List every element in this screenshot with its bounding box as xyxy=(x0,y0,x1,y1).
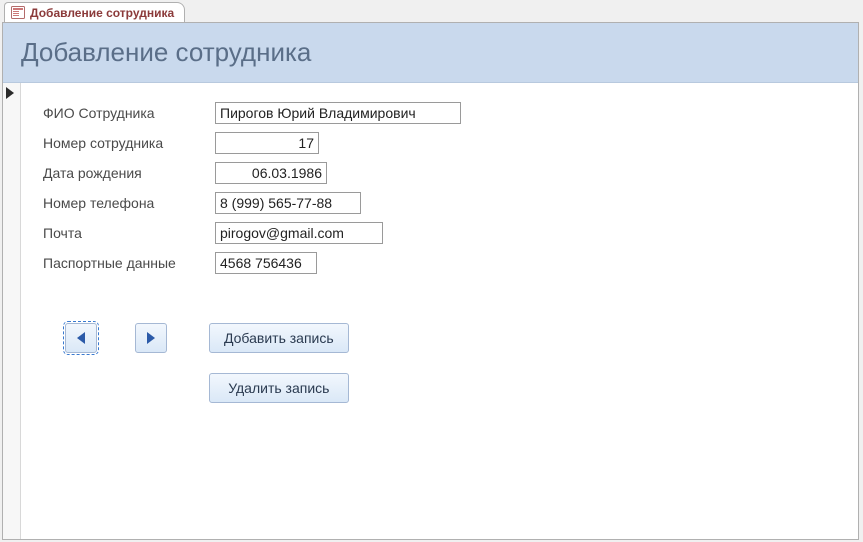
form-header: Добавление сотрудника xyxy=(3,23,858,83)
form-icon xyxy=(11,6,25,19)
add-record-button[interactable]: Добавить запись xyxy=(209,323,349,353)
tab-strip: Добавление сотрудника xyxy=(0,0,863,22)
buttons-row: Добавить запись Удалить запись xyxy=(65,323,461,403)
phone-input[interactable] xyxy=(215,192,361,214)
email-input[interactable] xyxy=(215,222,383,244)
form-area: Добавление сотрудника ФИО Сотрудника Ном… xyxy=(2,22,859,540)
tab-add-employee[interactable]: Добавление сотрудника xyxy=(4,2,185,22)
form-body: ФИО Сотрудника Номер сотрудника Дата рож… xyxy=(3,83,858,539)
current-record-indicator-icon xyxy=(6,87,14,99)
prev-record-button[interactable] xyxy=(65,323,97,353)
passport-input[interactable] xyxy=(215,252,317,274)
fullname-label: ФИО Сотрудника xyxy=(43,105,215,121)
phone-label: Номер телефона xyxy=(43,195,215,211)
next-record-button[interactable] xyxy=(135,323,167,353)
delete-record-button[interactable]: Удалить запись xyxy=(209,373,349,403)
email-label: Почта xyxy=(43,225,215,241)
fullname-input[interactable] xyxy=(215,102,461,124)
chevron-left-icon xyxy=(77,332,85,344)
tab-label: Добавление сотрудника xyxy=(30,6,174,20)
fields-panel: ФИО Сотрудника Номер сотрудника Дата рож… xyxy=(21,83,461,539)
birthdate-input[interactable] xyxy=(215,162,327,184)
emp-number-label: Номер сотрудника xyxy=(43,135,215,151)
record-selector[interactable] xyxy=(3,83,21,539)
emp-number-input[interactable] xyxy=(215,132,319,154)
page-title: Добавление сотрудника xyxy=(21,37,311,68)
passport-label: Паспортные данные xyxy=(43,255,215,271)
birthdate-label: Дата рождения xyxy=(43,165,215,181)
chevron-right-icon xyxy=(147,332,155,344)
